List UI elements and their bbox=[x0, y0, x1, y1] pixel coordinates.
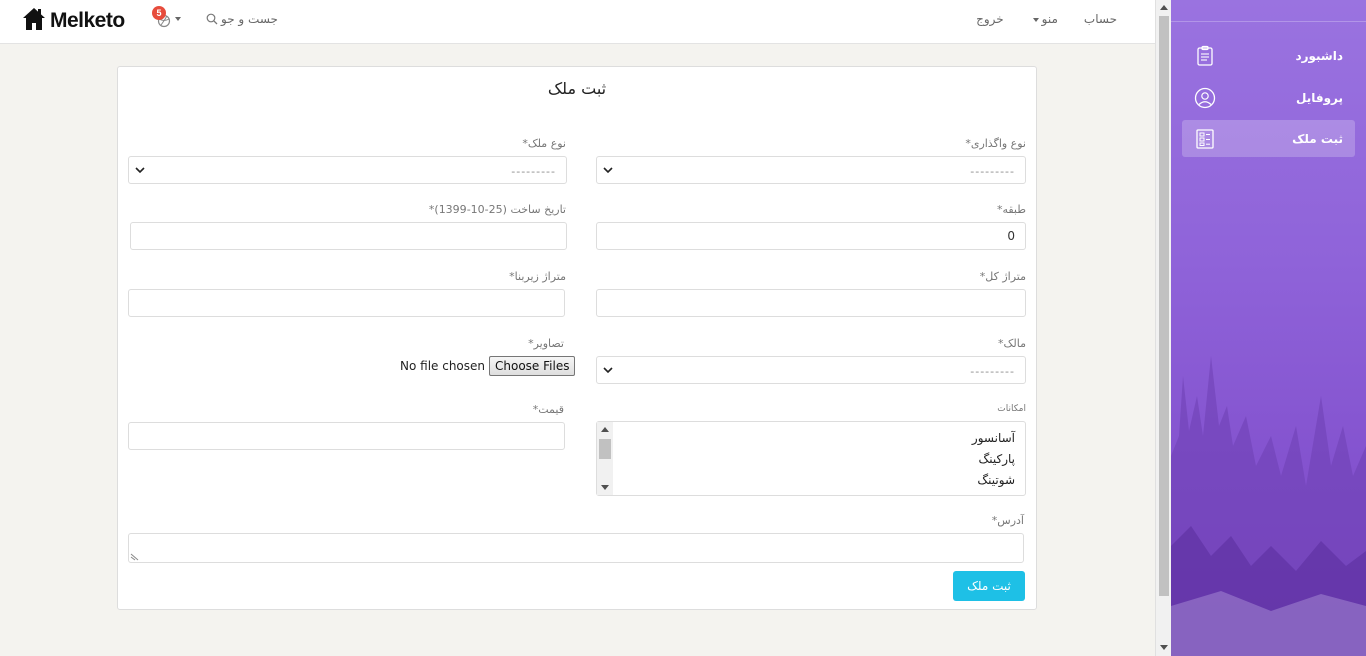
sidebar-item-register-property[interactable]: ثبت ملک bbox=[1182, 120, 1355, 157]
price-label: قیمت* bbox=[532, 403, 564, 416]
menu-dropdown[interactable]: منو bbox=[1030, 12, 1058, 26]
page-scrollbar[interactable] bbox=[1155, 0, 1171, 656]
resize-handle-icon[interactable] bbox=[130, 552, 139, 561]
brand-name: Melketo bbox=[50, 9, 125, 32]
price-input[interactable] bbox=[128, 422, 565, 450]
amenities-multiselect[interactable]: آسانسور پارکینگ شوتینگ bbox=[596, 421, 1026, 496]
sidebar-item-dashboard[interactable]: داشبورد bbox=[1182, 37, 1355, 74]
page-title: ثبت ملک bbox=[547, 79, 607, 98]
caret-down-icon bbox=[1032, 17, 1039, 22]
sidebar: داشبورد پروفایل ثبت ملک bbox=[1171, 0, 1366, 656]
property-type-select[interactable]: --------- bbox=[128, 156, 567, 184]
floor-label: طبقه* bbox=[996, 203, 1026, 216]
notification-badge: 5 bbox=[152, 6, 166, 20]
property-type-label: نوع ملک* bbox=[522, 137, 566, 150]
scroll-thumb[interactable] bbox=[599, 439, 611, 459]
notification-dropdown[interactable]: 5 bbox=[152, 6, 182, 32]
owner-select[interactable]: --------- bbox=[596, 356, 1026, 384]
scroll-up-icon[interactable] bbox=[601, 427, 609, 432]
total-area-label: متراژ کل* bbox=[979, 270, 1026, 283]
scroll-down-icon[interactable] bbox=[601, 485, 609, 490]
amenities-scrollbar[interactable] bbox=[597, 422, 613, 495]
transfer-type-select[interactable]: --------- bbox=[596, 156, 1026, 184]
total-area-input[interactable] bbox=[596, 289, 1026, 317]
built-area-label: متراژ زیربنا* bbox=[509, 270, 566, 283]
amenity-option[interactable]: شوتینگ bbox=[977, 473, 1015, 487]
amenity-option[interactable]: آسانسور bbox=[972, 431, 1015, 445]
submit-button[interactable]: ثبت ملک bbox=[953, 571, 1025, 601]
brand-logo[interactable]: Melketo bbox=[22, 6, 125, 36]
file-status: No file chosen bbox=[400, 359, 486, 373]
property-form-card: ثبت ملک نوع واگذاری* --------- نوع ملک* … bbox=[117, 66, 1037, 610]
clipboard-icon bbox=[1197, 45, 1213, 66]
sidebar-item-label: داشبورد bbox=[1295, 48, 1343, 63]
nav-links: حساب منو خروج bbox=[976, 12, 1117, 26]
images-label: تصاویر* bbox=[528, 337, 564, 350]
forest-background bbox=[1171, 356, 1366, 656]
build-date-label: تاریخ ساخت (25-10-1399)* bbox=[428, 203, 566, 216]
owner-label: مالک* bbox=[998, 337, 1026, 350]
select-placeholder: --------- bbox=[970, 365, 1015, 378]
amenities-label: امکانات bbox=[997, 404, 1026, 414]
sidebar-item-label: ثبت ملک bbox=[1292, 131, 1343, 146]
chevron-down-icon bbox=[603, 167, 613, 174]
amenity-option[interactable]: پارکینگ bbox=[979, 452, 1016, 466]
scroll-up-icon[interactable] bbox=[1160, 5, 1168, 10]
transfer-type-label: نوع واگذاری* bbox=[965, 137, 1026, 150]
address-label: آدرس* bbox=[991, 514, 1024, 527]
menu-label: منو bbox=[1041, 12, 1058, 26]
top-navbar: Melketo 5 جست و جو حساب منو خروج bbox=[0, 0, 1155, 44]
scroll-thumb[interactable] bbox=[1159, 16, 1169, 596]
chevron-down-icon bbox=[135, 167, 145, 174]
search-icon bbox=[206, 13, 218, 25]
floor-input[interactable]: 0 bbox=[596, 222, 1026, 250]
caret-down-icon bbox=[175, 17, 181, 21]
search-link[interactable]: جست و جو bbox=[206, 12, 278, 26]
select-placeholder: --------- bbox=[511, 165, 556, 178]
choose-files-button[interactable]: Choose Files bbox=[489, 356, 576, 376]
scroll-down-icon[interactable] bbox=[1160, 645, 1168, 650]
search-label: جست و جو bbox=[221, 12, 278, 26]
home-icon bbox=[22, 6, 46, 36]
floor-value: 0 bbox=[1007, 229, 1015, 243]
sidebar-item-profile[interactable]: پروفایل bbox=[1182, 79, 1355, 116]
address-textarea[interactable] bbox=[128, 533, 1024, 563]
select-placeholder: --------- bbox=[970, 165, 1015, 178]
account-link[interactable]: حساب bbox=[1084, 12, 1117, 26]
sidebar-header bbox=[1171, 0, 1366, 22]
logout-link[interactable]: خروج bbox=[976, 12, 1004, 26]
list-document-icon bbox=[1196, 128, 1214, 149]
build-date-input[interactable] bbox=[130, 222, 567, 250]
images-file-input[interactable]: No file chosen Choose Files bbox=[400, 356, 576, 376]
user-circle-icon bbox=[1194, 87, 1216, 108]
chevron-down-icon bbox=[603, 367, 613, 374]
sidebar-item-label: پروفایل bbox=[1295, 90, 1343, 105]
built-area-input[interactable] bbox=[128, 289, 565, 317]
